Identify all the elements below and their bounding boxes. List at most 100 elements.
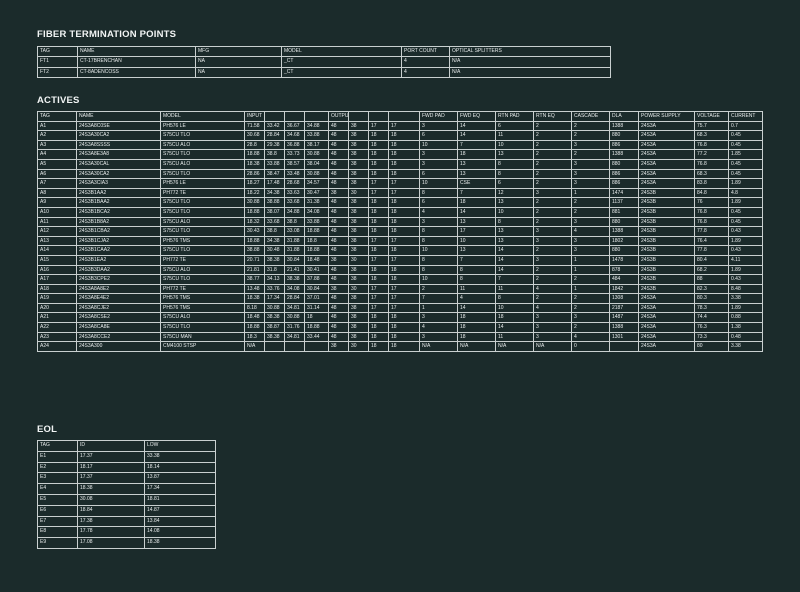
actives-cell: 18.38 <box>244 293 265 304</box>
actives-cell: 1388 <box>609 226 639 237</box>
actives-cell: 48 <box>328 158 349 170</box>
actives-cell: 24S3B1CBA2 <box>76 226 161 237</box>
actives-cell: S75CU TLO <box>160 226 245 237</box>
actives-cell: 18 <box>388 206 420 218</box>
actives-cell: 30.84 <box>304 283 329 295</box>
actives-cell: 18.88 <box>304 245 329 256</box>
ftp-cell: FT2 <box>37 66 78 78</box>
actives-cell: 78.3 <box>694 302 729 314</box>
actives-cell: 0 <box>571 341 610 352</box>
actives-cell: 24S3A <box>638 149 695 160</box>
actives-cell: 17 <box>388 293 420 304</box>
actives-cell: 38 <box>348 168 369 180</box>
actives-cell: 38.88 <box>244 245 265 256</box>
actives-cell: 17 <box>368 254 389 266</box>
actives-cell: 6 <box>495 120 534 132</box>
actives-cell: 33.88 <box>304 216 329 228</box>
actives-cell: 48 <box>328 322 349 333</box>
actives-cell: 18 <box>388 322 420 333</box>
actives-cell: 7 <box>457 254 496 266</box>
actives-header-cell <box>348 111 369 122</box>
eol-row: E1 17.37 33.38 <box>37 450 216 463</box>
actives-cell: S75CU ALO <box>160 158 245 170</box>
actives-cell: 484 <box>609 274 639 285</box>
actives-cell: 76 <box>694 197 729 208</box>
actives-row: A3 24S3A8SSSS S75CU ALO 28.8 29.38 36.88 38.17… <box>37 139 763 151</box>
ftp-cell: NA <box>195 56 282 68</box>
actives-cell: 38.77 <box>244 274 265 285</box>
actives-cell: 24S3A8SSSS <box>76 139 161 151</box>
actives-section-title: ACTIVES <box>37 95 80 106</box>
actives-cell: 0.7 <box>728 120 763 132</box>
eol-cell: 18.81 <box>144 493 216 506</box>
actives-cell: 38.07 <box>264 206 285 218</box>
actives-cell: 37.88 <box>304 274 329 285</box>
actives-cell: 24S3A <box>638 168 695 180</box>
actives-cell: 10 <box>495 206 534 218</box>
actives-cell: 24S3A <box>638 178 695 189</box>
actives-cell: 18 <box>368 158 389 170</box>
actives-cell: 2 <box>533 120 572 132</box>
actives-cell: S75CU TLO <box>160 197 245 208</box>
actives-cell: 71.58 <box>244 120 265 132</box>
actives-cell: 1478 <box>609 254 639 266</box>
eol-row: E5 30.08 18.81 <box>37 493 216 506</box>
actives-cell: 18 <box>368 274 389 285</box>
actives-cell: 1 <box>571 283 610 295</box>
actives-cell: 4 <box>571 226 610 237</box>
actives-cell: 48 <box>328 235 349 247</box>
actives-cell: 13 <box>495 235 534 247</box>
actives-cell: 33.48 <box>284 168 305 180</box>
actives-cell: 3 <box>419 312 458 324</box>
actives-cell: 18.88 <box>244 149 265 160</box>
actives-cell: 30.84 <box>284 254 305 266</box>
actives-cell: 37.01 <box>304 293 329 304</box>
actives-cell: 24S3A <box>638 302 695 314</box>
actives-cell: 3.38 <box>728 293 763 304</box>
actives-cell: 3 <box>419 331 458 343</box>
actives-cell: 17 <box>457 226 496 237</box>
actives-cell: 3 <box>533 235 572 247</box>
actives-cell: 38 <box>348 206 369 218</box>
actives-cell: 24S3A <box>638 322 695 333</box>
actives-cell: 18 <box>388 139 420 151</box>
actives-cell: 38 <box>348 197 369 208</box>
actives-cell: PH772 TE <box>160 187 245 199</box>
actives-cell: 0.45 <box>728 130 763 141</box>
ftp-header-row: TAG NAME MFG MODEL PORT COUNT OPTICAL SPLITTE… <box>37 45 611 58</box>
actives-cell: 18 <box>368 216 389 228</box>
actives-cell: 24S3A30CAL <box>76 158 161 170</box>
actives-cell: 8 <box>495 216 534 228</box>
actives-header-cell: OUTPUT <box>328 111 349 122</box>
actives-cell: 0.48 <box>728 331 763 343</box>
actives-cell: 2 <box>533 168 572 180</box>
eol-row: E8 17.78 14.08 <box>37 526 216 539</box>
actives-cell: 18.38 <box>244 158 265 170</box>
actives-cell: 38 <box>328 283 349 295</box>
actives-cell: 24S3A <box>638 341 695 352</box>
actives-cell: 8 <box>457 264 496 276</box>
actives-cell: 17 <box>368 235 389 247</box>
actives-cell: 4.11 <box>728 254 763 266</box>
actives-cell: 38 <box>348 302 369 314</box>
actives-cell: 48 <box>328 168 349 180</box>
actives-cell: 1.38 <box>728 322 763 333</box>
actives-cell: 2 <box>533 293 572 304</box>
actives-cell: 7 <box>457 187 496 199</box>
actives-cell: S75CU ALO <box>160 139 245 151</box>
actives-cell: 33.08 <box>284 226 305 237</box>
actives-cell: S75CU ALO <box>160 264 245 276</box>
actives-cell: A24 <box>37 341 77 352</box>
actives-table: TAGNAMEMODELINPUTOUTPUTFWD PADFWD EQRTN … <box>37 111 763 352</box>
eol-row: E7 17.38 13.84 <box>37 515 216 528</box>
actives-cell: 3 <box>533 331 572 343</box>
actives-cell: 14 <box>457 130 496 141</box>
actives-cell: 30.88 <box>284 312 305 324</box>
actives-cell: 18 <box>388 168 420 180</box>
actives-cell: 24S3A <box>638 120 695 132</box>
actives-cell: 12 <box>495 187 534 199</box>
actives-cell: A5 <box>37 158 77 170</box>
actives-cell: A2 <box>37 130 77 141</box>
actives-cell: 1.89 <box>728 302 763 314</box>
actives-cell: 8 <box>419 235 458 247</box>
